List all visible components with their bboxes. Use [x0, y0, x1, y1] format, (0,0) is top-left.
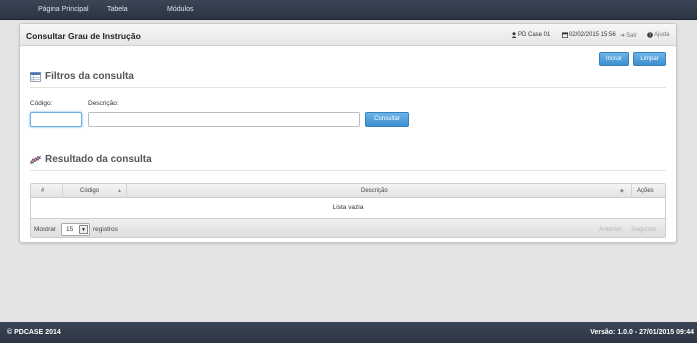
panel-header: Consultar Grau de Instrução PD Case 01 0… — [20, 24, 676, 46]
code-label: Código: — [30, 100, 53, 107]
description-label: Descrição: — [88, 100, 119, 107]
user-info: PD Case 01 — [511, 32, 550, 38]
divider — [30, 87, 666, 88]
column-code[interactable]: Código — [80, 188, 99, 194]
page-footer: © PDCASE 2014 Versão: 1.0.0 - 27/01/2015… — [0, 322, 697, 343]
column-description[interactable]: Descrição — [361, 188, 388, 194]
column-index[interactable]: # — [41, 188, 44, 194]
column-actions: Ações — [637, 188, 654, 194]
empty-message: Lista vazia — [332, 204, 364, 211]
user-icon — [511, 32, 517, 38]
chevron-down-icon: ▼ — [79, 225, 88, 234]
filters-section-title: Filtros da consulta — [30, 71, 134, 82]
chart-icon — [30, 155, 41, 164]
divider — [30, 170, 666, 171]
page-size-select[interactable]: 15 ▼ — [61, 223, 90, 236]
table-icon — [30, 71, 41, 82]
search-button[interactable]: Consultar — [365, 112, 409, 127]
help-label: Ajuda — [654, 32, 670, 38]
logout-label: Sair — [626, 32, 637, 39]
version-text: Versão: 1.0.0 - 27/01/2015 09:44 — [590, 329, 694, 336]
page-title: Consultar Grau de Instrução — [26, 31, 141, 41]
show-label: Mostrar — [34, 226, 57, 233]
column-divider — [62, 184, 63, 198]
table-footer: Mostrar 15 ▼ registros Anterior Seguinte — [31, 218, 665, 237]
current-datetime: 02/02/2015 15:56 — [569, 32, 616, 38]
help-icon: ? — [647, 32, 653, 38]
results-table: # Código ▲ Descrição ◆ Ações Lista vazia… — [30, 183, 666, 238]
clear-button[interactable]: Limpar — [633, 52, 666, 66]
top-navbar: Página Principal Tabela Módulos — [0, 0, 697, 20]
user-name: PD Case 01 — [518, 32, 551, 38]
nav-item-modulos[interactable]: Módulos — [167, 6, 193, 13]
results-section-title: Resultado da consulta — [30, 154, 152, 165]
copyright-text: © PDCASE 2014 — [7, 329, 61, 336]
description-input[interactable] — [88, 112, 360, 127]
sort-asc-icon: ▲ — [117, 188, 122, 194]
previous-page-button[interactable]: Anterior — [599, 226, 622, 233]
column-divider — [631, 184, 632, 198]
main-panel: Consultar Grau de Instrução PD Case 01 0… — [19, 23, 677, 243]
page-size-value: 15 — [66, 226, 74, 233]
sort-both-icon: ◆ — [620, 188, 624, 194]
filters-title-label: Filtros da consulta — [45, 71, 134, 82]
logout-link[interactable]: ➜ Sair — [620, 32, 637, 40]
calendar-icon — [562, 32, 568, 38]
logout-icon: ➜ — [620, 33, 626, 39]
results-title-label: Resultado da consulta — [45, 154, 152, 165]
column-divider — [126, 184, 127, 198]
nav-item-tabela[interactable]: Tabela — [107, 6, 128, 13]
datetime-info: 02/02/2015 15:56 — [562, 32, 616, 38]
include-button[interactable]: Incluir — [599, 52, 629, 66]
records-label: registros — [93, 226, 118, 233]
nav-item-home[interactable]: Página Principal — [38, 6, 89, 13]
next-page-button[interactable]: Seguinte — [631, 226, 657, 233]
code-input[interactable] — [30, 112, 82, 127]
table-header: # Código ▲ Descrição ◆ Ações — [31, 184, 665, 198]
help-link[interactable]: ? Ajuda — [647, 32, 669, 38]
